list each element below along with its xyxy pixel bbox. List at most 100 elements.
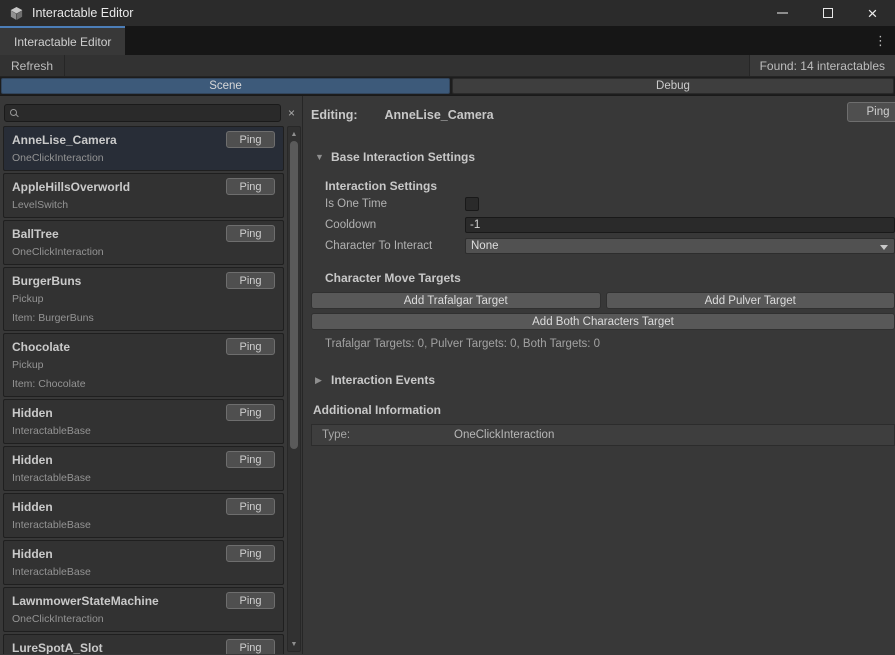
list-item[interactable]: Hidden Ping InteractableBase (3, 493, 284, 538)
list-item-header: LureSpotA_Slot Ping (12, 639, 275, 654)
character-move-targets-header: Character Move Targets (325, 271, 895, 285)
close-button[interactable]: × (850, 0, 895, 26)
interaction-settings-header: Interaction Settings (325, 179, 895, 193)
list-item-header: LawnmowerStateMachine Ping (12, 592, 275, 609)
list-item[interactable]: Hidden Ping InteractableBase (3, 446, 284, 491)
list-item-header: AppleHillsOverworld Ping (12, 178, 275, 195)
list-scrollbar[interactable]: ▲ ▼ (287, 126, 301, 652)
search-icon (10, 109, 17, 116)
base-settings-body: Interaction Settings Is One Time Cooldow… (325, 179, 895, 285)
scroll-down-icon[interactable]: ▼ (288, 638, 300, 650)
search-bar: × (4, 103, 300, 122)
target-buttons-row: Add Trafalgar Target Add Pulver Target (311, 292, 895, 309)
search-clear-button[interactable]: × (283, 104, 300, 122)
foldout-open-icon: ▼ (315, 152, 324, 162)
item-name: Hidden (12, 498, 53, 514)
list-item[interactable]: Hidden Ping InteractableBase (3, 540, 284, 585)
list-item-header: Chocolate Ping (12, 338, 275, 355)
item-type: Pickup (12, 293, 275, 305)
ping-button[interactable]: Ping (226, 639, 275, 654)
cooldown-input[interactable] (465, 217, 895, 233)
search-input[interactable] (21, 105, 280, 121)
scroll-up-icon[interactable]: ▲ (288, 128, 300, 140)
type-label: Type: (312, 429, 454, 441)
item-name: LureSpotA_Slot (12, 639, 103, 654)
list-item[interactable]: LawnmowerStateMachine Ping OneClickInter… (3, 587, 284, 632)
ping-button[interactable]: Ping (226, 592, 275, 609)
item-type: OneClickInteraction (12, 246, 275, 258)
editor-ping-button[interactable]: Ping (847, 102, 895, 122)
list-item[interactable]: LureSpotA_Slot Ping (3, 634, 284, 654)
tab-scene[interactable]: Scene (1, 78, 450, 94)
app-window: Interactable Editor × Interactable Edito… (0, 0, 895, 655)
list-item[interactable]: AnneLise_Camera Ping OneClickInteraction (3, 126, 284, 171)
editor-panel: Editing: AnneLise_Camera Ping ▼ Base Int… (302, 96, 895, 654)
is-one-time-checkbox[interactable] (465, 197, 479, 211)
item-type: InteractableBase (12, 425, 275, 437)
targets-summary: Trafalgar Targets: 0, Pulver Targets: 0,… (325, 338, 895, 350)
list-item-header: Hidden Ping (12, 451, 275, 468)
ping-button[interactable]: Ping (226, 545, 275, 562)
dock-tab-interactable-editor[interactable]: Interactable Editor (0, 26, 125, 55)
item-detail: Item: BurgerBuns (12, 312, 275, 324)
editing-value: AnneLise_Camera (385, 108, 494, 122)
refresh-button[interactable]: Refresh (0, 55, 65, 76)
editor-header: Editing: AnneLise_Camera (311, 104, 895, 126)
cooldown-row: Cooldown (325, 215, 895, 235)
ping-button[interactable]: Ping (226, 338, 275, 355)
maximize-icon (823, 8, 833, 18)
ping-button[interactable]: Ping (226, 404, 275, 421)
toolbar-spacer (65, 55, 749, 76)
item-detail: Item: Chocolate (12, 378, 275, 390)
maximize-button[interactable] (805, 0, 850, 26)
list-item[interactable]: Hidden Ping InteractableBase (3, 399, 284, 444)
base-settings-header: Base Interaction Settings (331, 150, 475, 164)
ping-button[interactable]: Ping (226, 178, 275, 195)
close-icon: × (868, 5, 878, 22)
scroll-thumb[interactable] (290, 141, 298, 449)
found-count: Found: 14 interactables (749, 55, 895, 76)
list-item[interactable]: BurgerBuns Ping Pickup Item: BurgerBuns (3, 267, 284, 331)
list-item[interactable]: BallTree Ping OneClickInteraction (3, 220, 284, 265)
list-item-header: AnneLise_Camera Ping (12, 131, 275, 148)
mode-tabs: Scene Debug (0, 77, 895, 96)
character-to-interact-dropdown[interactable]: None (465, 238, 895, 254)
character-to-interact-label: Character To Interact (325, 240, 465, 252)
item-name: AnneLise_Camera (12, 131, 117, 147)
titlebar: Interactable Editor × (0, 0, 895, 26)
ping-button[interactable]: Ping (226, 451, 275, 468)
ping-button[interactable]: Ping (226, 498, 275, 515)
ping-button[interactable]: Ping (226, 131, 275, 148)
add-trafalgar-target-button[interactable]: Add Trafalgar Target (311, 292, 601, 309)
list-item-header: Hidden Ping (12, 545, 275, 562)
add-both-characters-target-button[interactable]: Add Both Characters Target (311, 313, 895, 330)
list-item-header: Hidden Ping (12, 498, 275, 515)
list-item-header: BurgerBuns Ping (12, 272, 275, 289)
item-name: BallTree (12, 225, 59, 241)
chevron-down-icon (880, 245, 888, 250)
ping-button[interactable]: Ping (226, 225, 275, 242)
is-one-time-row: Is One Time (325, 194, 895, 214)
foldout-interaction-events[interactable]: ▶ Interaction Events (315, 373, 895, 387)
window-title: Interactable Editor (32, 6, 133, 20)
add-pulver-target-button[interactable]: Add Pulver Target (606, 292, 895, 309)
interactable-list: AnneLise_Camera Ping OneClickInteraction… (3, 126, 284, 654)
type-row: Type: OneClickInteraction (311, 424, 895, 446)
item-type: InteractableBase (12, 519, 275, 531)
kebab-menu-icon[interactable]: ⋮ (870, 26, 891, 55)
list-item[interactable]: Chocolate Ping Pickup Item: Chocolate (3, 333, 284, 397)
search-box (4, 104, 281, 122)
item-name: AppleHillsOverworld (12, 178, 130, 194)
window-controls: × (760, 0, 895, 26)
tab-debug[interactable]: Debug (452, 78, 894, 94)
item-type: Pickup (12, 359, 275, 371)
type-value: OneClickInteraction (454, 429, 554, 441)
item-type: InteractableBase (12, 566, 275, 578)
foldout-base-interaction-settings[interactable]: ▼ Base Interaction Settings (315, 150, 895, 164)
item-type: InteractableBase (12, 472, 275, 484)
item-name: BurgerBuns (12, 272, 81, 288)
character-to-interact-row: Character To Interact None (325, 236, 895, 256)
ping-button[interactable]: Ping (226, 272, 275, 289)
list-item[interactable]: AppleHillsOverworld Ping LevelSwitch (3, 173, 284, 218)
minimize-button[interactable] (760, 0, 805, 26)
